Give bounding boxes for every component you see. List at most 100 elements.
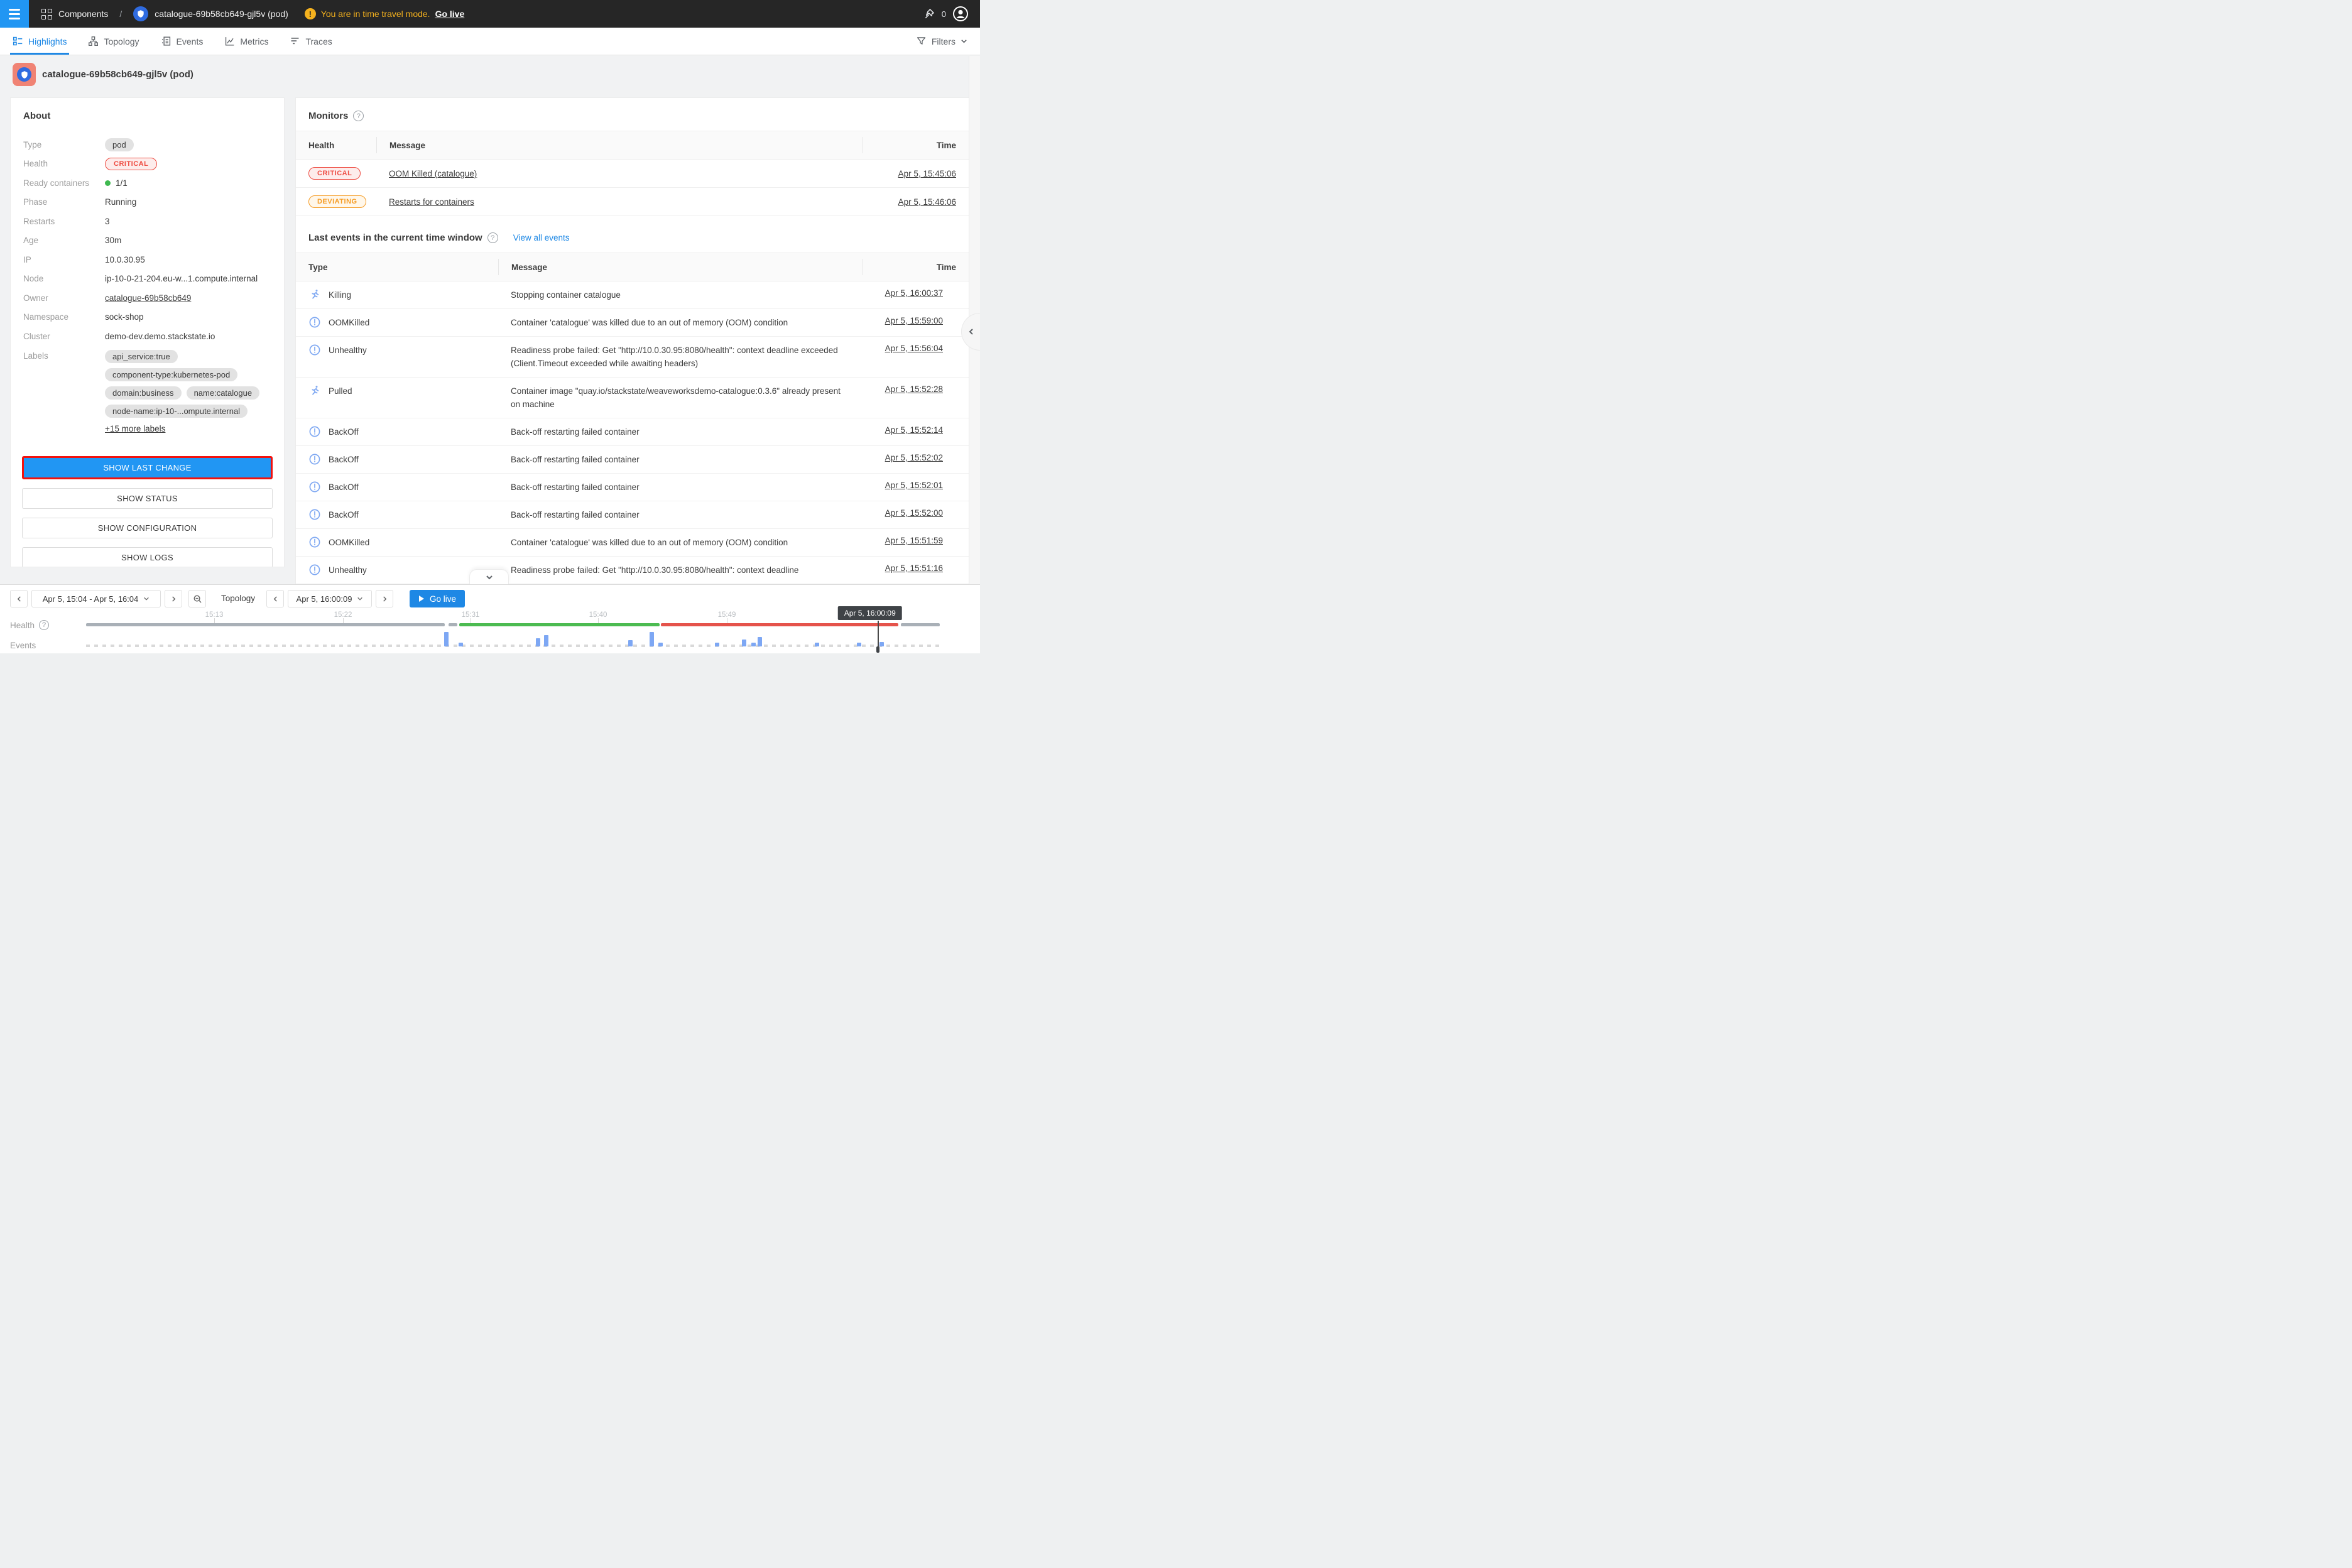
- event-time-link[interactable]: Apr 5, 15:51:59: [885, 536, 943, 545]
- event-time-link[interactable]: Apr 5, 15:51:16: [885, 564, 943, 573]
- health-segment-unknown[interactable]: [86, 623, 445, 626]
- topology-icon: [88, 36, 99, 46]
- event-message: Readiness probe failed: Get "http://10.0…: [498, 344, 850, 370]
- event-type: BackOff: [329, 510, 359, 520]
- monitor-time-link[interactable]: Apr 5, 15:46:06: [898, 197, 956, 207]
- event-histogram-bar[interactable]: [650, 632, 654, 646]
- monitor-row: CRITICAL OOM Killed (catalogue) Apr 5, 1…: [296, 160, 969, 188]
- breadcrumb-entity[interactable]: catalogue-69b58cb649-gjl5v (pod): [155, 9, 288, 19]
- event-type: BackOff: [329, 455, 359, 464]
- alert-circle-icon: [308, 344, 321, 356]
- field-type: Typepod: [23, 135, 271, 155]
- event-row: BackOffBack-off restarting failed contai…: [296, 501, 969, 529]
- about-panel: About Typepod HealthCRITICAL Ready conta…: [10, 97, 285, 567]
- tab-events[interactable]: Events: [158, 28, 206, 55]
- chevron-down-icon: [961, 38, 967, 45]
- show-status-button[interactable]: SHOW STATUS: [22, 488, 273, 509]
- events-lane-label: Events: [10, 641, 36, 650]
- label-pill: domain:business: [105, 386, 182, 400]
- tab-metrics[interactable]: Metrics: [222, 28, 271, 55]
- health-segment-critical[interactable]: [661, 623, 898, 626]
- field-age: Age30m: [23, 231, 271, 251]
- hamburger-menu-button[interactable]: [0, 0, 29, 28]
- event-row: OOMKilledContainer 'catalogue' was kille…: [296, 309, 969, 337]
- event-time-link[interactable]: Apr 5, 15:52:01: [885, 481, 943, 490]
- event-type: Unhealthy: [329, 565, 367, 575]
- event-row: OOMKilledContainer 'catalogue' was kille…: [296, 529, 969, 557]
- pin-icon[interactable]: [923, 8, 935, 20]
- tab-topology[interactable]: Topology: [85, 28, 141, 55]
- range-prev-button[interactable]: [10, 590, 28, 607]
- filters-button[interactable]: Filters: [916, 28, 980, 55]
- tab-traces[interactable]: Traces: [287, 28, 334, 55]
- timeline-chart[interactable]: 15:1315:2215:3115:4015:49Apr 5, 16:00:09: [86, 585, 940, 654]
- event-histogram-bar[interactable]: [879, 642, 884, 646]
- event-histogram-bar[interactable]: [857, 643, 861, 646]
- event-row: UnhealthyReadiness probe failed: Get "ht…: [296, 557, 969, 584]
- timeline-tick-mark: [598, 618, 599, 623]
- event-histogram-bar[interactable]: [628, 640, 633, 646]
- event-time-link[interactable]: Apr 5, 16:00:37: [885, 288, 943, 298]
- event-histogram-bar[interactable]: [544, 635, 548, 646]
- view-tabs: Highlights Topology Events Metrics Trace…: [0, 28, 980, 55]
- event-row: KillingStopping container catalogueApr 5…: [296, 281, 969, 309]
- show-last-change-button[interactable]: SHOW LAST CHANGE: [22, 456, 273, 479]
- field-owner: Ownercatalogue-69b58cb649: [23, 288, 271, 308]
- event-histogram-bar[interactable]: [459, 643, 463, 646]
- view-all-events-link[interactable]: View all events: [513, 233, 570, 242]
- health-badge: CRITICAL: [105, 158, 157, 170]
- events-baseline: [86, 645, 939, 647]
- event-time-link[interactable]: Apr 5, 15:52:14: [885, 425, 943, 435]
- go-live-link[interactable]: Go live: [435, 9, 465, 19]
- event-message: Back-off restarting failed container: [498, 453, 850, 466]
- event-time-link[interactable]: Apr 5, 15:52:28: [885, 384, 943, 394]
- pin-count: 0: [942, 9, 946, 19]
- event-row: BackOffBack-off restarting failed contai…: [296, 418, 969, 446]
- traces-icon: [290, 36, 300, 46]
- health-segment-healthy[interactable]: [459, 623, 660, 626]
- event-histogram-bar[interactable]: [751, 643, 756, 646]
- health-segment-unknown[interactable]: [449, 623, 457, 626]
- runner-icon: [308, 384, 321, 397]
- pod-icon: [133, 6, 148, 21]
- event-histogram-bar[interactable]: [536, 638, 540, 646]
- monitors-heading: Monitors: [308, 111, 348, 121]
- events-help-icon[interactable]: ?: [487, 232, 498, 243]
- show-configuration-button[interactable]: SHOW CONFIGURATION: [22, 518, 273, 538]
- timeline-tick-mark: [214, 618, 215, 623]
- monitor-row: DEVIATING Restarts for containers Apr 5,…: [296, 188, 969, 216]
- owner-link[interactable]: catalogue-69b58cb649: [105, 293, 191, 303]
- field-health: HealthCRITICAL: [23, 155, 271, 174]
- pod-badge-icon: [13, 63, 36, 86]
- event-histogram-bar[interactable]: [658, 643, 663, 646]
- timeline-collapse-button[interactable]: [469, 569, 509, 584]
- health-segment-unknown[interactable]: [901, 623, 940, 626]
- time-cursor-handle[interactable]: [876, 646, 879, 653]
- event-type: Killing: [329, 290, 351, 300]
- field-node: Nodeip-10-0-21-204.eu-w...1.compute.inte…: [23, 270, 271, 289]
- event-histogram-bar[interactable]: [758, 637, 762, 646]
- event-histogram-bar[interactable]: [742, 640, 746, 646]
- monitor-message-link[interactable]: OOM Killed (catalogue): [389, 169, 477, 178]
- event-time-link[interactable]: Apr 5, 15:56:04: [885, 344, 943, 353]
- user-avatar[interactable]: [952, 6, 969, 22]
- event-histogram-bar[interactable]: [715, 643, 719, 646]
- field-labels: Labels api_service:true component-type:k…: [23, 349, 271, 435]
- event-time-link[interactable]: Apr 5, 15:52:00: [885, 508, 943, 518]
- more-labels-link[interactable]: +15 more labels: [105, 424, 165, 433]
- label-pill: api_service:true: [105, 350, 178, 363]
- monitor-message-link[interactable]: Restarts for containers: [389, 197, 474, 207]
- time-travel-banner: ! You are in time travel mode. Go live: [305, 8, 464, 19]
- filter-funnel-icon: [916, 36, 927, 46]
- monitors-help-icon[interactable]: ?: [353, 111, 364, 121]
- event-time-link[interactable]: Apr 5, 15:52:02: [885, 453, 943, 462]
- show-logs-button[interactable]: SHOW LOGS: [22, 547, 273, 568]
- health-help-icon[interactable]: ?: [39, 620, 49, 630]
- event-histogram-bar[interactable]: [815, 643, 819, 646]
- monitor-time-link[interactable]: Apr 5, 15:45:06: [898, 169, 956, 178]
- event-time-link[interactable]: Apr 5, 15:59:00: [885, 316, 943, 325]
- timeline-footer: Apr 5, 15:04 - Apr 5, 16:04 Topology Apr…: [0, 584, 980, 653]
- tab-highlights[interactable]: Highlights: [10, 28, 69, 55]
- event-histogram-bar[interactable]: [444, 632, 449, 646]
- breadcrumb-root[interactable]: Components: [58, 9, 108, 19]
